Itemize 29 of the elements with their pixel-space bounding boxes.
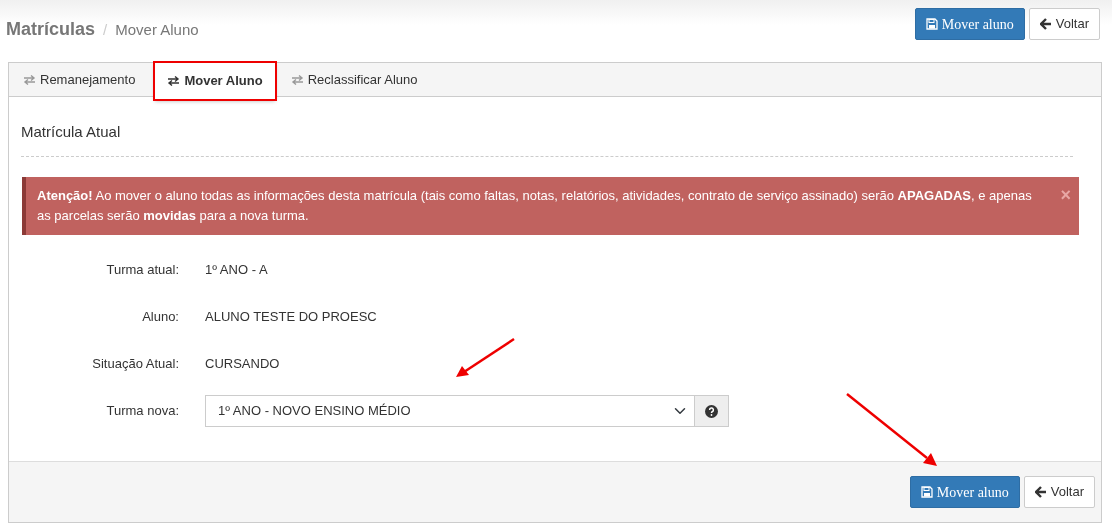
back-arrow-icon (1039, 18, 1052, 30)
breadcrumb-current: Mover Aluno (115, 20, 199, 40)
section-title: Matrícula Atual (21, 123, 121, 140)
field-label: Turma nova: (105, 402, 179, 421)
field-value: CURSANDO (205, 355, 280, 374)
field-label: Aluno: (141, 308, 179, 327)
field-value: 1º ANO - A (205, 261, 268, 280)
alert-message: Atenção! Ao mover o aluno todas as informações desta matrícula (tais como faltas, notas, relatórios, atividades, contrato de serviço assinado) serão APAGADAS, e apenas as parcelas serão movidas para a nova turma. (37, 187, 1032, 223)
select-field[interactable]: 1º ANO - NOVO ENSINO MÉDIO (205, 395, 695, 427)
swap-icon (290, 74, 304, 85)
tab[interactable]: Remanejamento (11, 63, 148, 96)
field-label: Situação Atual: (91, 355, 179, 374)
page-title: Matrículas (6, 18, 96, 41)
tab[interactable]: Mover Aluno (155, 63, 275, 99)
help-icon (705, 404, 718, 418)
save-button[interactable]: Mover aluno (909, 476, 1020, 508)
back-button[interactable]: Voltar (1023, 476, 1095, 508)
swap-icon (23, 74, 36, 85)
back-arrow-icon (1034, 486, 1047, 498)
save-icon (925, 18, 938, 30)
save-icon (920, 486, 933, 498)
help-button[interactable] (695, 395, 729, 427)
tab[interactable]: Reclassificar Aluno (278, 63, 430, 96)
back-button[interactable]: Voltar (1028, 8, 1100, 40)
field-value: ALUNO TESTE DO PROESC (205, 308, 377, 327)
breadcrumb-separator: / (103, 20, 108, 40)
swap-icon (167, 76, 181, 86)
save-button[interactable]: Mover aluno (914, 8, 1025, 40)
field-label: Turma atual: (105, 261, 179, 280)
